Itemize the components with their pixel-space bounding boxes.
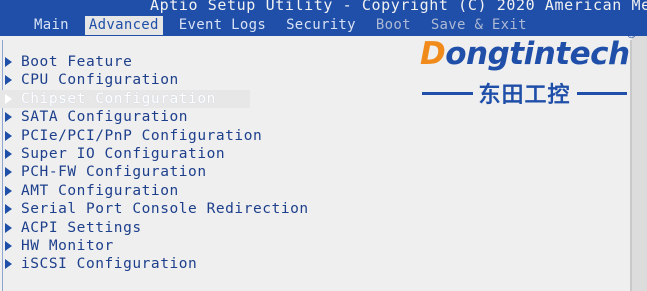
menu-item-super-io-configuration[interactable]: Super IO Configuration: [0, 145, 225, 163]
logo-chinese-text: 东田工控: [478, 83, 571, 108]
tab-event-logs[interactable]: Event Logs: [175, 16, 270, 35]
logo-dash-right: [576, 91, 628, 95]
menu-item-amt-configuration[interactable]: AMT Configuration: [0, 182, 179, 200]
menu-item-label: Serial Port Console Redirection: [21, 201, 309, 218]
tab-main[interactable]: Main: [30, 16, 73, 35]
menu-item-hw-monitor[interactable]: HW Monitor: [0, 237, 114, 255]
logo-wordmark: Dongtintech: [420, 36, 630, 72]
tab-advanced[interactable]: Advanced: [84, 16, 163, 35]
submenu-arrow-icon: [5, 259, 12, 270]
submenu-arrow-icon: [5, 167, 12, 178]
menu-item-serial-port-console-redirection[interactable]: Serial Port Console Redirection: [0, 200, 309, 218]
menu-item-label: PCH-FW Configuration: [21, 164, 207, 181]
submenu-arrow-icon: [5, 57, 12, 67]
menu-item-label: HW Monitor: [21, 238, 114, 254]
logo-first-letter: D: [420, 36, 446, 72]
submenu-arrow-icon: [5, 149, 12, 159]
menu-item-label: PCIe/PCI/PnP Configuration: [21, 127, 263, 144]
menu-item-label: SATA Configuration: [21, 109, 189, 126]
menu-item-acpi-settings[interactable]: ACPI Settings: [0, 219, 142, 237]
menu-item-pcie-pci-pnp-configuration[interactable]: PCIe/PCI/PnP Configuration: [0, 127, 262, 145]
submenu-arrow-icon: [5, 241, 12, 251]
logo-dash-left: [422, 91, 473, 95]
menu-item-label: ACPI Settings: [21, 219, 142, 236]
menu-item-cpu-configuration[interactable]: CPU Configuration: [0, 71, 179, 89]
submenu-arrow-icon: [5, 130, 12, 141]
menu-item-label: CPU Configuration: [21, 72, 179, 89]
submenu-arrow-icon: [5, 204, 12, 215]
menu-item-iscsi-configuration[interactable]: iSCSI Configuration: [0, 255, 197, 273]
tab-save-exit[interactable]: Save & Exit: [427, 16, 531, 35]
title-bar: Aptio Setup Utility - Copyright (C) 2020…: [0, 0, 647, 36]
menu-item-label: Boot Feature: [21, 54, 133, 70]
registered-mark: ®: [626, 28, 637, 41]
menu-item-chipset-configuration[interactable]: Chipset Configuration: [0, 90, 216, 108]
app-title: Aptio Setup Utility - Copyright (C) 2020…: [150, 0, 647, 14]
menu-item-boot-feature[interactable]: Boot Feature: [0, 53, 132, 71]
submenu-arrow-icon: [5, 93, 12, 104]
menu-item-label: AMT Configuration: [21, 182, 179, 199]
tab-security[interactable]: Security: [282, 16, 360, 35]
submenu-arrow-icon: [5, 185, 12, 196]
menu-item-label: iSCSI Configuration: [21, 256, 198, 273]
submenu-arrow-icon: [5, 112, 12, 123]
menu-item-label: Super IO Configuration: [21, 146, 226, 162]
menu-item-sata-configuration[interactable]: SATA Configuration: [0, 108, 188, 126]
help-column: [632, 36, 647, 291]
logo-chinese-row: 东田工控: [422, 80, 628, 108]
tab-bar: Main Advanced Event Logs Security Boot S…: [30, 16, 531, 35]
tab-boot[interactable]: Boot: [372, 16, 415, 35]
menu-item-pch-fw-configuration[interactable]: PCH-FW Configuration: [0, 163, 207, 181]
logo-word-rest: ongtintech: [445, 36, 630, 72]
submenu-arrow-icon: [5, 75, 12, 86]
submenu-arrow-icon: [5, 222, 12, 233]
menu-item-label: Chipset Configuration: [21, 90, 216, 107]
watermark-logo: Dongtintech ® 东田工控: [420, 28, 637, 108]
